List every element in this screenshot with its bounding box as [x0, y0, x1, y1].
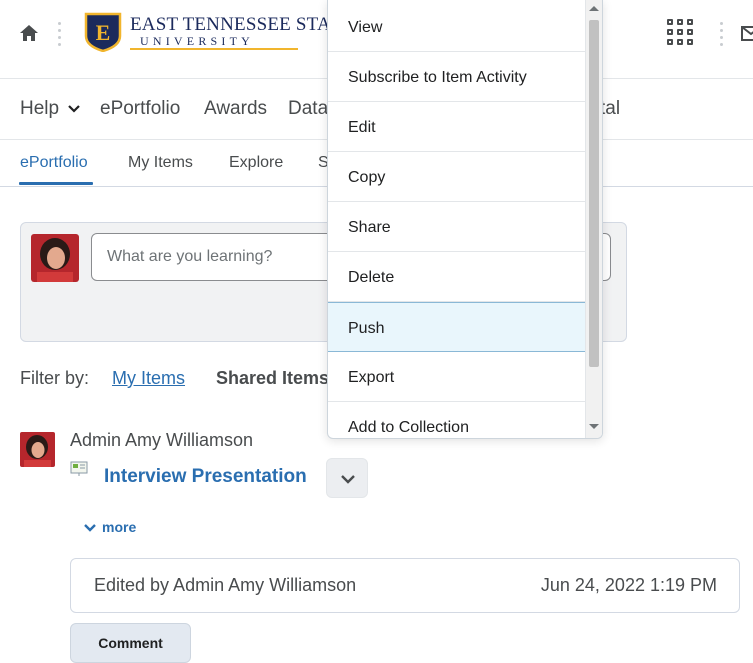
menu-item-copy[interactable]: Copy	[328, 152, 585, 202]
home-icon[interactable]	[18, 22, 40, 44]
menu-item-view[interactable]: View	[328, 2, 585, 52]
edited-by-text: Edited by Admin Amy Williamson	[94, 575, 357, 595]
menu-item-label: Edit	[348, 119, 376, 136]
more-label: more	[102, 519, 137, 535]
university-shield-logo: E	[84, 12, 122, 52]
active-tab-indicator	[19, 182, 93, 185]
filter-label: Filter by:	[20, 368, 90, 388]
university-logo[interactable]: E EAST TENNESSEE STATE UNIVERSITY	[84, 12, 352, 52]
mail-icon[interactable]	[741, 24, 753, 42]
item-edit-info: Edited by Admin Amy Williamson Jun 24, 2…	[70, 558, 740, 613]
tab-my-items[interactable]: My Items	[128, 154, 193, 172]
presentation-icon	[70, 461, 88, 477]
menu-scrollbar-thumb[interactable]	[589, 20, 599, 367]
nav-item-eportfolio[interactable]: ePortfolio	[100, 98, 180, 120]
separator-dots	[58, 22, 62, 48]
menu-item-subscribe[interactable]: Subscribe to Item Activity	[328, 52, 585, 102]
menu-scrollbar[interactable]	[585, 0, 602, 438]
menu-item-share[interactable]: Share	[328, 202, 585, 252]
menu-item-push[interactable]: Push	[328, 302, 585, 352]
item-author: Admin Amy Williamson	[70, 430, 254, 450]
scroll-down-arrow-icon[interactable]	[589, 424, 599, 429]
menu-item-delete[interactable]: Delete	[328, 252, 585, 302]
logo-text-line1: EAST TENNESSEE STATE	[130, 14, 353, 35]
menu-item-label: View	[348, 19, 383, 36]
logo-text-line2: UNIVERSITY	[140, 34, 254, 48]
nav-item-awards[interactable]: Awards	[204, 98, 267, 120]
scroll-up-arrow-icon[interactable]	[589, 6, 599, 11]
comment-button[interactable]: Comment	[70, 623, 191, 663]
nav-item-portal[interactable]: tal	[600, 98, 620, 120]
separator-dots	[720, 22, 724, 48]
chevron-down-icon	[68, 105, 81, 113]
menu-item-label: Copy	[348, 169, 386, 186]
item-actions-dropdown-button[interactable]	[326, 458, 368, 498]
menu-item-label: Export	[348, 369, 395, 386]
menu-item-add-to-collection[interactable]: Add to Collection	[328, 402, 585, 438]
filter-my-items-link[interactable]: My Items	[112, 368, 185, 389]
edited-date: Jun 24, 2022 1:19 PM	[540, 575, 717, 595]
menu-item-label: Push	[348, 320, 385, 337]
menu-item-label: Subscribe to Item Activity	[348, 69, 527, 86]
nav-item-label: Help	[20, 98, 60, 119]
apps-grid-icon[interactable]	[667, 19, 695, 47]
chevron-down-icon	[341, 475, 355, 484]
svg-text:E: E	[96, 20, 111, 45]
more-link[interactable]: more	[84, 519, 136, 535]
menu-item-label: Delete	[348, 269, 395, 286]
item-actions-menu: View Subscribe to Item Activity Edit Cop…	[327, 0, 603, 439]
menu-item-export[interactable]: Export	[328, 352, 585, 402]
filter-shared-items-link[interactable]: Shared Items	[216, 368, 329, 389]
tab-explore[interactable]: Explore	[229, 154, 283, 172]
tab-eportfolio[interactable]: ePortfolio	[20, 154, 88, 172]
menu-item-label: Share	[348, 219, 391, 236]
nav-item-help[interactable]: Help	[20, 98, 81, 120]
menu-item-label: Add to Collection	[348, 419, 469, 436]
avatar	[20, 432, 55, 467]
logo-rule	[130, 48, 298, 50]
menu-item-edit[interactable]: Edit	[328, 102, 585, 152]
chevron-down-icon	[84, 524, 96, 532]
item-title-link[interactable]: Interview Presentation	[104, 466, 307, 488]
avatar	[31, 234, 79, 282]
nav-item-data[interactable]: Data	[288, 98, 328, 120]
